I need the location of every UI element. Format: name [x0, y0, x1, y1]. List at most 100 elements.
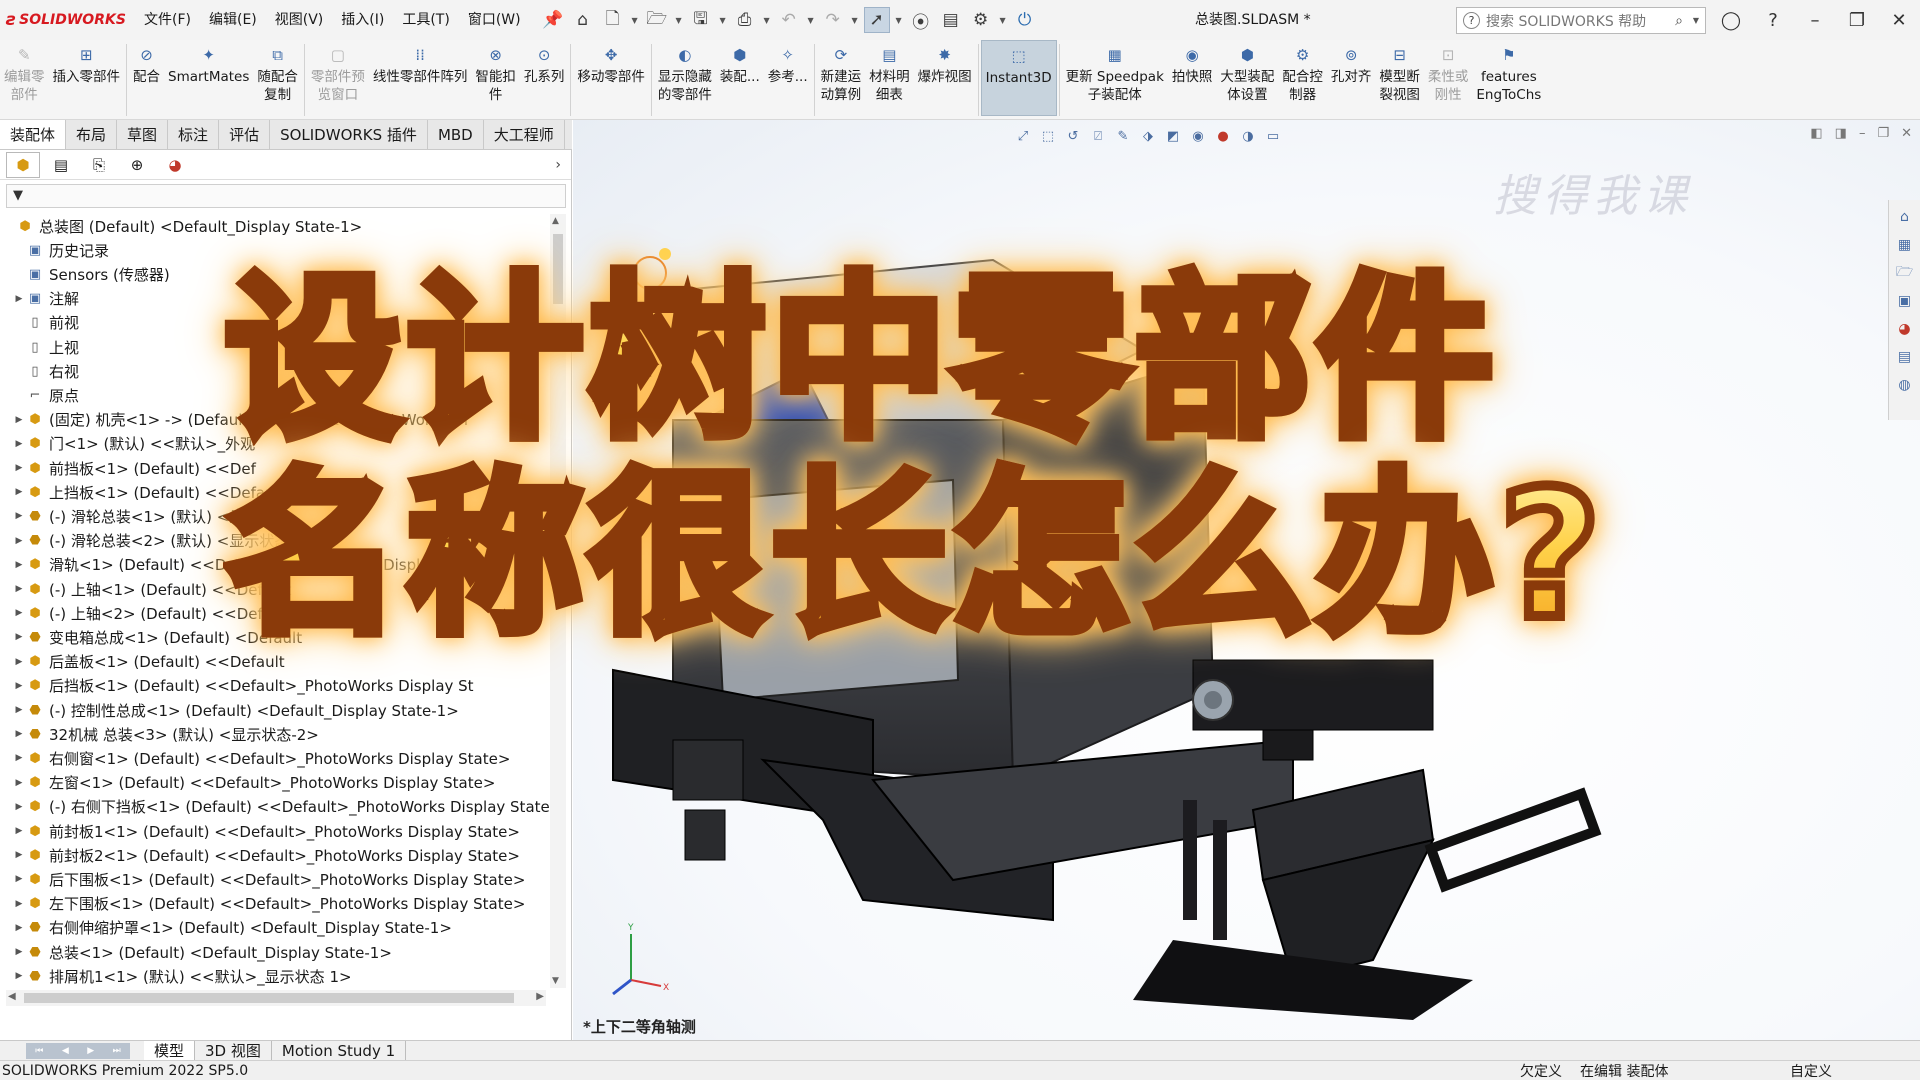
ribbon-tab[interactable]: 草图	[117, 120, 169, 149]
close-button[interactable]: ✕	[1878, 10, 1920, 31]
menu-item[interactable]: 文件(F)	[135, 0, 200, 40]
new-dropdown-caret[interactable]: ▼	[630, 16, 640, 25]
expand-arrow-icon[interactable]: ▶	[12, 729, 26, 739]
help-icon[interactable]: ?	[1752, 10, 1794, 31]
command-button[interactable]: ⊡ 柔性或 刚性	[1424, 44, 1473, 104]
prev-tab-icon[interactable]: ◀	[62, 1046, 69, 1056]
traffic-light-icon[interactable]: ⦿	[908, 7, 934, 33]
tree-node[interactable]: ▶ ⬣ (-) 滑轮总装<1> (默认) <显示状态	[0, 504, 290, 528]
expand-arrow-icon[interactable]: ▶	[12, 923, 26, 933]
tree-node[interactable]: ▶ ⬢ (-) 上轴<1> (Default) <<Default	[0, 577, 292, 601]
tree-node[interactable]: ▶ ⬢ 右侧窗<1> (Default) <<Default>_PhotoWorks…	[0, 746, 511, 770]
scroll-left-icon[interactable]: ◀	[8, 991, 16, 1002]
expand-pane-chevron-icon[interactable]: ›	[555, 157, 561, 173]
select-arrow-icon[interactable]: ➚	[863, 7, 890, 33]
design-library-icon[interactable]: ▦	[1894, 234, 1916, 256]
display-manager-tab-icon[interactable]: ◕	[158, 152, 192, 178]
tree-node[interactable]: ▶ ⬢ 前封板2<1> (Default) <<Default>_PhotoWork…	[0, 843, 520, 867]
expand-arrow-icon[interactable]: ▶	[12, 536, 26, 546]
solidworks-logo[interactable]: ƨ SOLIDWORKS	[0, 10, 135, 30]
tree-node[interactable]: ▯ 上视	[0, 335, 79, 359]
custom-properties-icon[interactable]: ▤	[1894, 346, 1916, 368]
expand-arrow-icon[interactable]: ▶	[12, 463, 26, 473]
expand-arrow-icon[interactable]: ▶	[12, 560, 26, 570]
command-button[interactable]: ▢ 零部件预 览窗口	[307, 44, 369, 104]
command-button[interactable]: ⚑ features EngToChs	[1472, 44, 1545, 104]
ribbon-tab[interactable]: 布局	[66, 120, 118, 149]
power-icon[interactable]: ⏻	[1012, 7, 1038, 33]
ribbon-tab[interactable]: MBD	[428, 120, 484, 149]
expand-arrow-icon[interactable]: ▶	[12, 487, 26, 497]
menu-item[interactable]: 视图(V)	[266, 0, 333, 40]
print-icon[interactable]: ⎙	[732, 7, 758, 33]
save-icon[interactable]: 🖫	[688, 7, 714, 33]
command-button[interactable]: ✥ 移动零部件	[573, 44, 649, 86]
command-button[interactable]: ⟳ 新建运 动算例	[817, 44, 866, 104]
appearances-icon[interactable]: ◕	[1894, 318, 1916, 340]
new-document-icon[interactable]: 🗋	[600, 7, 626, 33]
redo-dropdown-caret[interactable]: ▼	[850, 16, 860, 25]
expand-arrow-icon[interactable]: ▶	[12, 826, 26, 836]
command-button[interactable]: ⚙ 配合控 制器	[1278, 44, 1327, 104]
expand-arrow-icon[interactable]: ▶	[12, 632, 26, 642]
tree-node[interactable]: ⌐ 原点	[0, 383, 79, 407]
tree-node[interactable]: ▶ ⬢ (固定) 机壳<1> -> (Default) <<Default>_Pho…	[0, 408, 469, 432]
command-button[interactable]: ⊚ 孔对齐	[1327, 44, 1376, 86]
select-dropdown-caret[interactable]: ▼	[894, 16, 904, 25]
tree-node[interactable]: ▶ ⬢ 后盖板<1> (Default) <<Default	[0, 650, 285, 674]
open-icon[interactable]: 🗁	[644, 7, 670, 33]
command-button[interactable]: ⊘ 配合	[129, 44, 164, 86]
ribbon-tab[interactable]: 评估	[219, 120, 271, 149]
view-palette-icon[interactable]: ▣	[1894, 290, 1916, 312]
property-manager-tab-icon[interactable]: ▤	[44, 152, 78, 178]
solidworks-resources-icon[interactable]: ⌂	[1894, 206, 1916, 228]
tree-node[interactable]: ▣ Sensors (传感器)	[0, 262, 170, 286]
scroll-up-icon[interactable]: ▲	[552, 216, 559, 226]
tree-node[interactable]: ▣ 历史记录	[0, 238, 109, 262]
command-button[interactable]: ⁞⁞ 线性零部件阵列	[369, 44, 472, 86]
tree-filter[interactable]: ▼	[6, 184, 566, 208]
tree-node[interactable]: ▯ 右视	[0, 359, 79, 383]
tree-vertical-scrollbar[interactable]: ▲ ▼	[550, 214, 566, 988]
tree-node[interactable]: ▯ 前视	[0, 311, 79, 335]
model-tab[interactable]: 3D 视图	[195, 1040, 272, 1061]
command-button[interactable]: ◐ 显示隐藏 的零部件	[654, 44, 716, 104]
tree-node[interactable]: ▶ ⬢ 后挡板<1> (Default) <<Default>_PhotoWorks…	[0, 674, 474, 698]
model-tab[interactable]: Motion Study 1	[272, 1040, 407, 1061]
expand-arrow-icon[interactable]: ▶	[12, 294, 26, 304]
command-button[interactable]: ⧉ 随配合 复制	[253, 44, 302, 104]
command-button[interactable]: ⊗ 智能扣件	[471, 44, 520, 104]
expand-arrow-icon[interactable]: ▶	[12, 415, 26, 425]
expand-arrow-icon[interactable]: ▶	[12, 705, 26, 715]
expand-arrow-icon[interactable]: ▶	[12, 657, 26, 667]
command-button[interactable]: ✦ SmartMates	[164, 44, 253, 86]
open-dropdown-caret[interactable]: ▼	[674, 16, 684, 25]
ribbon-tab[interactable]: SOLIDWORKS 插件	[270, 120, 428, 149]
expand-arrow-icon[interactable]: ▶	[12, 511, 26, 521]
expand-arrow-icon[interactable]: ▶	[12, 584, 26, 594]
save-dropdown-caret[interactable]: ▼	[718, 16, 728, 25]
tree-node[interactable]: ▶ ⬢ 门<1> (默认) <<默认>_外观	[0, 432, 256, 456]
model-tab[interactable]: 模型	[144, 1040, 196, 1061]
command-button[interactable]: ✎ 编辑零 部件	[0, 44, 49, 104]
user-account-icon[interactable]: ◯	[1710, 10, 1752, 31]
tree-node[interactable]: ▶ ⬢ 左窗<1> (Default) <<Default>_PhotoWorks …	[0, 771, 496, 795]
expand-arrow-icon[interactable]: ▶	[12, 899, 26, 909]
tree-node[interactable]: ▶ ⬢ 上挡板<1> (Default) <<Default	[0, 480, 285, 504]
minimize-button[interactable]: –	[1794, 10, 1836, 31]
last-tab-icon[interactable]: ⏭	[113, 1046, 121, 1056]
home-icon[interactable]: ⌂	[570, 7, 596, 33]
tree-node[interactable]: ▶ ⬢ (-) 右侧下挡板<1> (Default) <<Default>_Phot…	[0, 795, 550, 819]
tree-horizontal-scrollbar[interactable]: ◀ ▶	[6, 990, 546, 1006]
dimxpert-manager-tab-icon[interactable]: ⊕	[120, 152, 154, 178]
options-gear-icon[interactable]: ⚙	[968, 7, 994, 33]
tree-node[interactable]: ▶ ⬣ 32机械 总装<3> (默认) <显示状态-2>	[0, 722, 319, 746]
expand-arrow-icon[interactable]: ▶	[12, 608, 26, 618]
file-explorer-icon[interactable]: 🗁	[1894, 262, 1916, 284]
menu-item[interactable]: 工具(T)	[393, 0, 458, 40]
graphics-area[interactable]: ⤢ ⬚ ↺ ⍁ ✎ ⬗ ◩ ◉ ● ◑ ▭ ◧ ◨ – ❐ ✕ 搜得我课 ⌂ ▦…	[573, 120, 1920, 1040]
command-button[interactable]: ✧ 参考...	[764, 44, 812, 86]
undo-icon[interactable]: ↶	[776, 7, 802, 33]
expand-arrow-icon[interactable]: ▶	[12, 874, 26, 884]
feature-manager-tab-icon[interactable]: ⬢	[6, 151, 40, 178]
